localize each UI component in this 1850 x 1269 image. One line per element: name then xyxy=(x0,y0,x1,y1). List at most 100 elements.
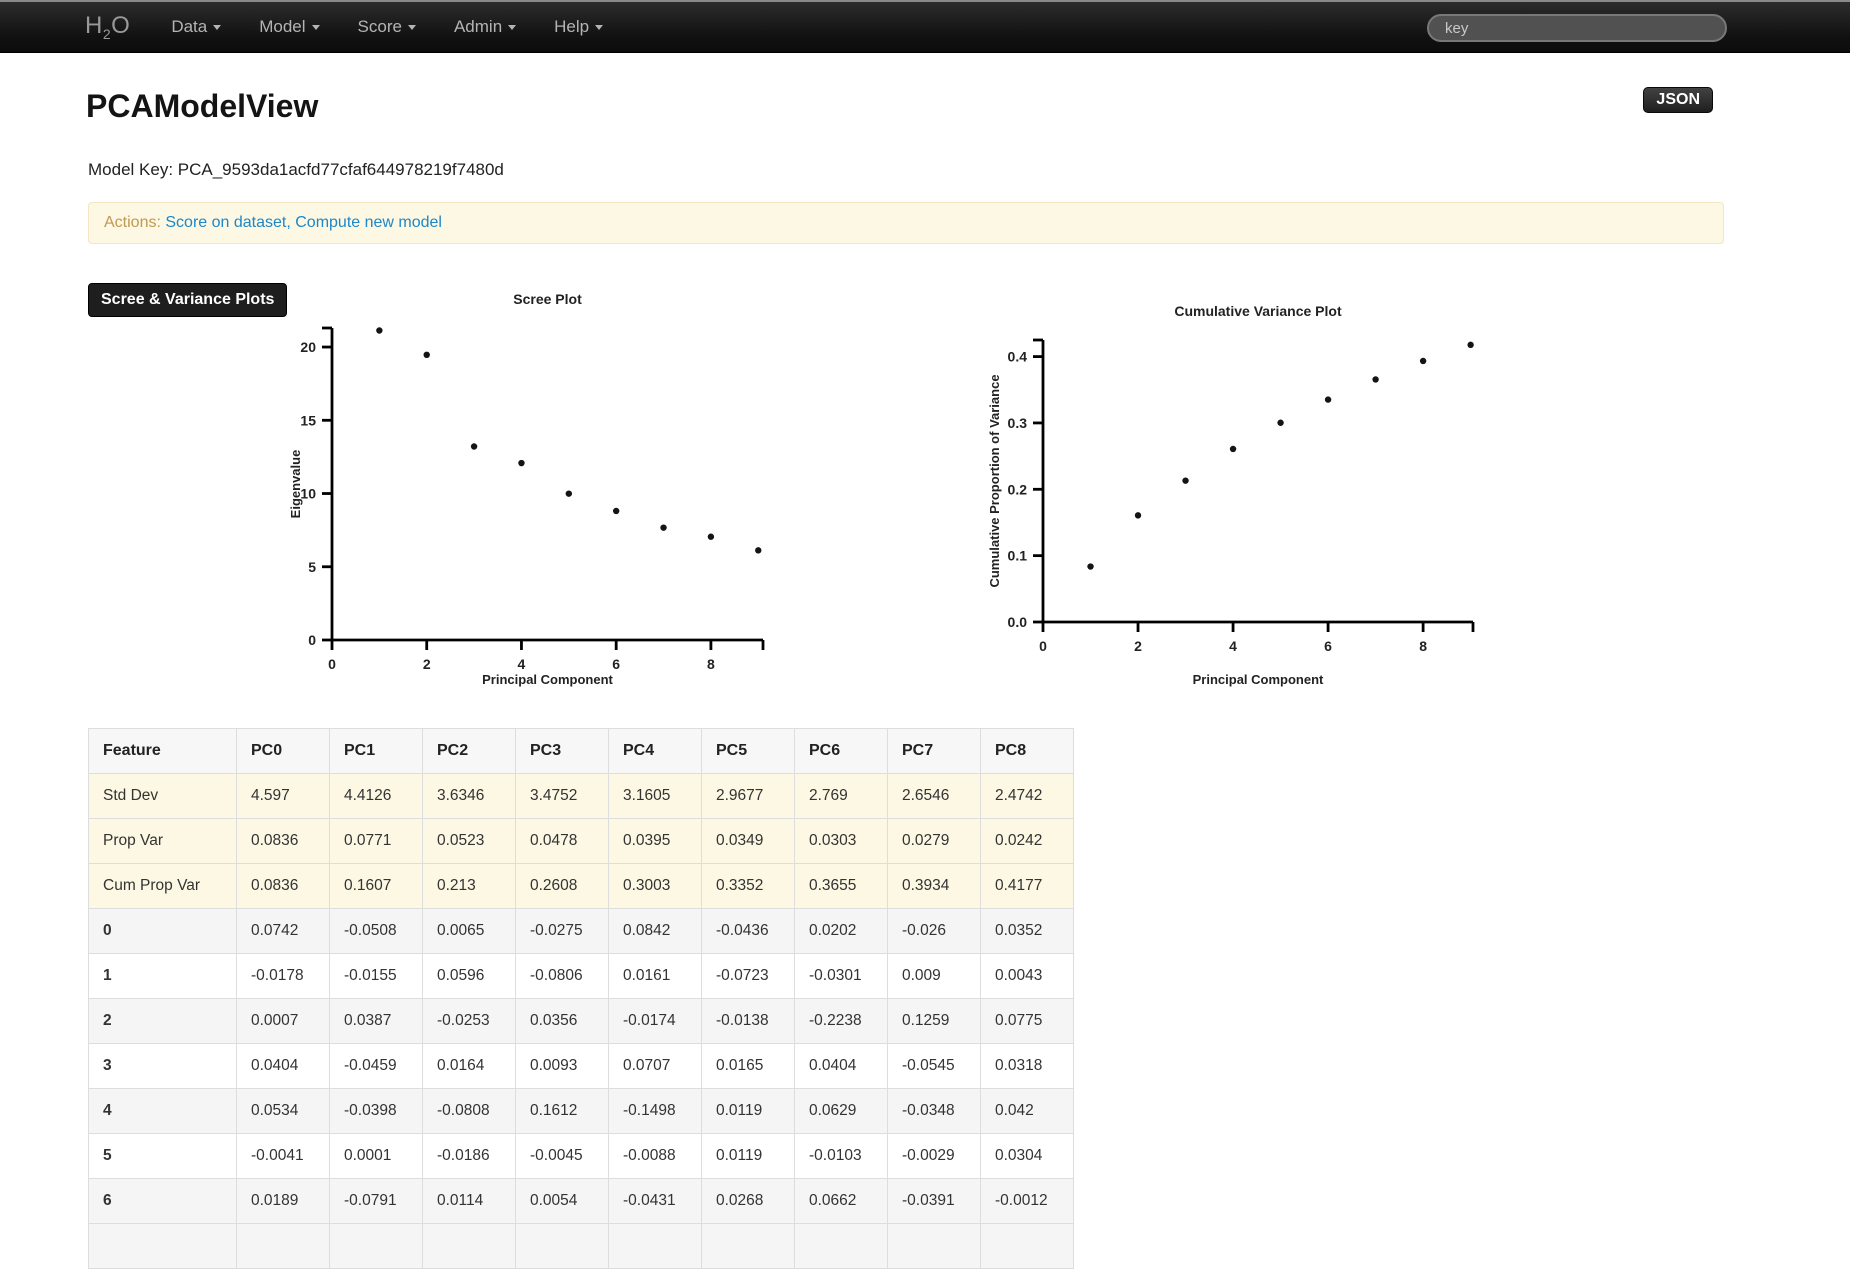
table-cell: 0.0189 xyxy=(236,1178,330,1224)
table-cell: -0.0012 xyxy=(980,1178,1074,1224)
actions-label: Actions: xyxy=(104,214,161,231)
table-cell: -0.0459 xyxy=(329,1043,423,1089)
x-axis-title: Principal Component xyxy=(1193,672,1324,687)
table-cell: -0.0155 xyxy=(329,953,423,999)
table-cell xyxy=(980,1223,1074,1269)
row-label: 4 xyxy=(88,1088,237,1134)
data-point xyxy=(470,443,478,450)
caret-down-icon xyxy=(508,25,517,31)
table-cell: 0.0303 xyxy=(794,818,888,864)
table-cell: -0.0103 xyxy=(794,1133,888,1179)
table-row: Cum Prop Var 0.0836 0.1607 0.213 0.2608 0.300… xyxy=(88,863,1074,909)
table-cell: 0.0349 xyxy=(701,818,795,864)
table-body: Std Dev 4.597 4.4126 3.6346 3.4752 3.1605 2.96… xyxy=(88,773,1074,1269)
table-cell: -0.2238 xyxy=(794,998,888,1044)
data-point xyxy=(1372,376,1379,383)
data-point xyxy=(660,524,667,531)
table-cell: 0.4177 xyxy=(980,863,1074,909)
caret-down-icon xyxy=(213,25,222,31)
model-key-value: PCA_9593da1acfd77cfaf644978219f7480d xyxy=(177,160,504,179)
y-tick-label: 0.2 xyxy=(1008,481,1028,497)
table-row: 0 0.0742 -0.0508 0.0065 -0.0275 0.0842 -0.0436… xyxy=(88,908,1074,954)
table-cell: -0.0275 xyxy=(515,908,609,954)
table-cell: 0.0836 xyxy=(236,818,330,864)
table-cell: 0.0836 xyxy=(236,863,330,909)
scree-plot-chart: 0 2 4 6 805101520Scree PlotPrincipal Compone… xyxy=(288,291,765,687)
table-cell: -0.0806 xyxy=(515,953,609,999)
data-point xyxy=(1419,357,1427,365)
table-cell xyxy=(236,1223,330,1269)
search-input[interactable] xyxy=(1427,14,1727,42)
y-tick-label: 0.1 xyxy=(1008,548,1028,564)
column-header: PC7 xyxy=(887,728,981,774)
table-cell: 0.042 xyxy=(980,1088,1074,1134)
x-tick-label: 0 xyxy=(1039,638,1047,654)
data-point xyxy=(423,351,430,359)
table-cell: 0.0164 xyxy=(422,1043,516,1089)
actions-bar: Actions: Score on dataset, Compute new m… xyxy=(88,202,1724,244)
column-header: PC5 xyxy=(701,728,795,774)
menu-item-score[interactable]: Score xyxy=(339,17,435,37)
menu-item-data[interactable]: Data xyxy=(152,17,240,37)
row-label: 5 xyxy=(88,1133,237,1179)
x-tick-label: 6 xyxy=(612,656,620,672)
table-cell xyxy=(515,1223,609,1269)
table-cell: -0.0178 xyxy=(236,953,330,999)
table-cell: 0.0707 xyxy=(608,1043,702,1089)
table-cell: 2.4742 xyxy=(980,773,1074,819)
plots-section: Scree & Variance Plots 0 2 4 6 8 0 5 10 15 20 Scre… xyxy=(88,250,1850,730)
table-row-partial xyxy=(88,1223,1074,1269)
table-cell: -0.1498 xyxy=(608,1088,702,1134)
column-header: PC3 xyxy=(515,728,609,774)
action-score-on-dataset[interactable]: Score on dataset xyxy=(165,214,286,231)
column-header: PC2 xyxy=(422,728,516,774)
table-cell: 0.0007 xyxy=(236,998,330,1044)
table-cell xyxy=(887,1223,981,1269)
column-header: PC8 xyxy=(980,728,1074,774)
table-cell: 0.0523 xyxy=(422,818,516,864)
table-cell: 0.0742 xyxy=(236,908,330,954)
menu-item-model[interactable]: Model xyxy=(240,17,338,37)
table-row: 6 0.0189 -0.0791 0.0114 0.0054 -0.0431 0.0268 0… xyxy=(88,1178,1074,1224)
table-cell: 3.6346 xyxy=(422,773,516,819)
menu-item-help[interactable]: Help xyxy=(535,17,622,37)
table-cell: 0.0842 xyxy=(608,908,702,954)
table-cell: -0.0186 xyxy=(422,1133,516,1179)
table-cell: 0.0404 xyxy=(794,1043,888,1089)
json-button[interactable]: JSON xyxy=(1643,87,1713,113)
data-point xyxy=(1134,512,1142,519)
data-point xyxy=(376,327,383,334)
y-axis-title: Cumulative Proportion of Variance xyxy=(987,374,1002,587)
table-cell: 0.0478 xyxy=(515,818,609,864)
page-title: PCAModelView xyxy=(86,88,319,124)
table-cell: 0.0065 xyxy=(422,908,516,954)
h2o-logo[interactable]: H2O xyxy=(85,12,130,42)
table-cell: 0.0161 xyxy=(608,953,702,999)
table-cell: 0.009 xyxy=(887,953,981,999)
table-cell: 3.1605 xyxy=(608,773,702,819)
table-cell: 0.3934 xyxy=(887,863,981,909)
x-tick-label: 6 xyxy=(1324,638,1332,654)
table-cell xyxy=(422,1223,516,1269)
table-cell: 0.0534 xyxy=(236,1088,330,1134)
data-point xyxy=(1467,341,1474,349)
table-cell: -0.0301 xyxy=(794,953,888,999)
y-tick-label: 20 xyxy=(300,339,316,355)
data-point xyxy=(612,507,620,515)
action-compute-new-model[interactable]: Compute new model xyxy=(295,214,442,231)
table-cell: -0.0029 xyxy=(887,1133,981,1179)
table-cell: 0.0001 xyxy=(329,1133,423,1179)
table-cell: 0.0356 xyxy=(515,998,609,1044)
table-cell: 0.0054 xyxy=(515,1178,609,1224)
x-tick-label: 2 xyxy=(423,656,431,672)
table-cell: -0.0391 xyxy=(887,1178,981,1224)
data-point xyxy=(1182,477,1189,484)
table-cell: -0.0508 xyxy=(329,908,423,954)
menu-item-admin[interactable]: Admin xyxy=(435,17,535,37)
table-cell: 0.3655 xyxy=(794,863,888,909)
table-cell: -0.0348 xyxy=(887,1088,981,1134)
y-tick-label: 0 xyxy=(308,632,316,648)
table-cell xyxy=(329,1223,423,1269)
table-cell: 2.9677 xyxy=(701,773,795,819)
table-cell: -0.0808 xyxy=(422,1088,516,1134)
